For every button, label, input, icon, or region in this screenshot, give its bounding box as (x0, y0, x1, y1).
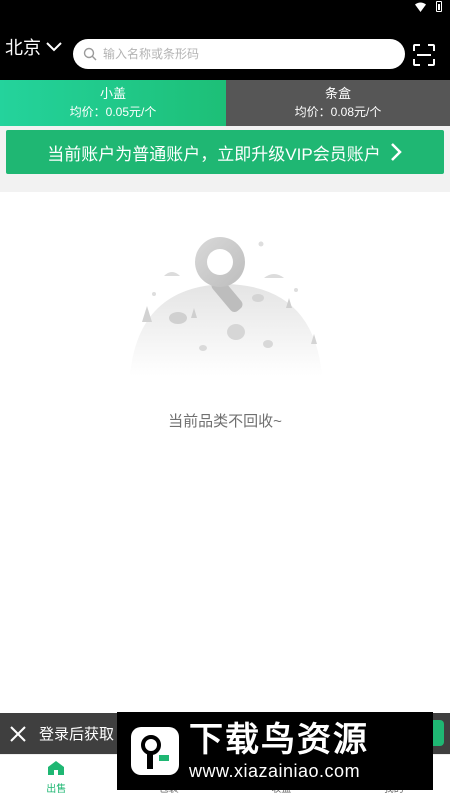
tab-xiaogai[interactable]: 小盖 均价：0.05元/个 (0, 80, 226, 126)
search-box[interactable] (73, 39, 405, 69)
city-selector[interactable]: 北京 (5, 34, 63, 60)
watermark-texts: 下载鸟资源 www.xiazainiao.com (189, 720, 369, 782)
watermark-url: www.xiazainiao.com (189, 761, 361, 781)
watermark-overlay: 下载鸟资源 www.xiazainiao.com (117, 712, 433, 790)
vip-banner-area: 当前账户为普通账户，立即升级VIP会员账户 (0, 126, 450, 192)
scan-icon[interactable] (413, 44, 435, 66)
nav-label: 出售 (46, 784, 67, 795)
tab-price: 均价：0.08元/个 (294, 105, 382, 119)
wifi-icon (415, 2, 426, 12)
watermark-logo-icon (131, 727, 179, 775)
empty-state-text: 当前品类不回收~ (168, 413, 282, 430)
chevron-right-icon (390, 143, 402, 161)
status-bar (0, 0, 450, 14)
search-icon (83, 47, 97, 61)
watermark-title: 下载鸟资源 (189, 721, 369, 759)
home-icon (48, 761, 65, 775)
top-header: 北京 (0, 14, 450, 80)
login-button[interactable] (432, 720, 444, 746)
login-prompt-text: 登录后获取 (39, 726, 115, 743)
close-icon[interactable] (9, 725, 27, 743)
vip-upgrade-banner[interactable]: 当前账户为普通账户，立即升级VIP会员账户 (6, 130, 444, 174)
tab-price: 均价：0.05元/个 (69, 105, 157, 119)
search-input[interactable] (103, 47, 383, 61)
vip-banner-text: 当前账户为普通账户，立即升级VIP会员账户 (47, 144, 381, 164)
status-icons (415, 1, 442, 12)
empty-state-illustration (130, 237, 322, 376)
category-tabs: 小盖 均价：0.05元/个 条盒 均价：0.08元/个 (0, 80, 450, 126)
chevron-down-icon (46, 42, 62, 52)
city-label: 北京 (5, 38, 41, 58)
battery-icon (436, 1, 442, 12)
tab-tiaohe[interactable]: 条盒 均价：0.08元/个 (226, 80, 450, 126)
tab-name: 小盖 (99, 86, 126, 101)
nav-item-sell[interactable]: 出售 (0, 755, 113, 800)
tab-name: 条盒 (324, 86, 351, 101)
